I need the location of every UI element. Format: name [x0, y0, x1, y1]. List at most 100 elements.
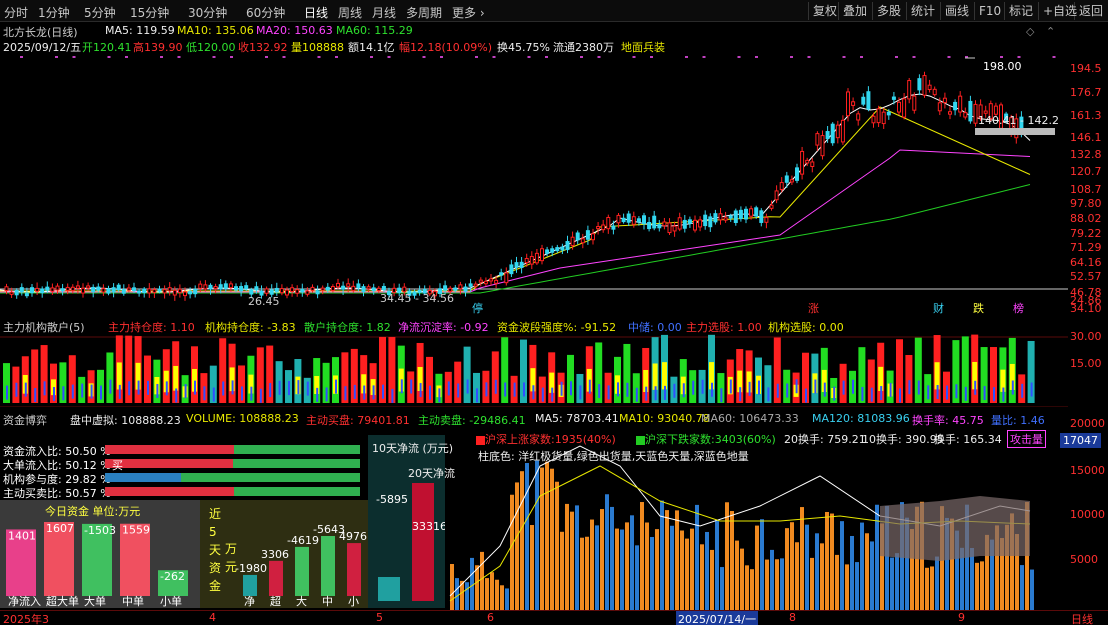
amount-label: 额14.1亿	[348, 41, 395, 54]
price-tick-3: 146.1	[1070, 131, 1102, 144]
toolbar-4[interactable]: 画线	[940, 2, 973, 20]
today-name-2: 大单	[84, 594, 106, 608]
today-val-1: 1607	[46, 522, 74, 535]
x-label-5: 8	[789, 611, 796, 624]
price-tick-8: 88.02	[1070, 212, 1102, 225]
marker-ting: 停	[472, 301, 483, 315]
today-name-3: 中单	[122, 595, 144, 608]
diamond-icon[interactable]: ◇	[1026, 25, 1034, 38]
today-name-0: 净流入	[8, 594, 41, 608]
five-val-1: 3306	[261, 548, 289, 561]
high-label: 高139.90	[133, 41, 183, 54]
price-tick-11: 64.16	[1070, 256, 1102, 269]
today-fund-chart: 1401 净流入 1607 超大单 -1503 大单 1559 中单 -262 小单	[6, 522, 188, 608]
marker-low: 26.45	[248, 295, 280, 308]
h20-label: 20换手: 759.21	[784, 433, 866, 446]
buy-label: 主动买盘: 79401.81	[306, 414, 410, 427]
legend-down-text: 沪深下跌家数:3403(60%)	[645, 433, 776, 446]
toolbar-3[interactable]: 统计	[906, 2, 939, 20]
today-name-4: 小单	[160, 595, 182, 608]
period-tab-8[interactable]: 月线	[372, 4, 396, 21]
period-tab-6[interactable]: 日线	[304, 4, 328, 21]
x-label-3: 6	[487, 611, 494, 624]
period-tab-1[interactable]: 1分钟	[38, 4, 70, 21]
toolbar-0[interactable]: 复权	[808, 2, 841, 20]
float-label: 流通2380万	[553, 41, 614, 54]
low-label: 低120.00	[186, 41, 236, 54]
virtual-label: 盘中虚拟: 108888.23	[70, 414, 181, 427]
today-name-1: 超大单	[46, 594, 79, 608]
fund-row-bar-3	[105, 487, 360, 496]
color-note: 柱底色: 洋红极货量,绿色出货量,天蓝色天量,深蓝色地量	[478, 450, 749, 463]
p3-ma60-label: MA60: 106473.33	[701, 412, 799, 425]
period-label[interactable]: 日线	[1071, 611, 1093, 625]
period-tab-10[interactable]: 更多 ›	[452, 4, 485, 21]
period-tab-7[interactable]: 周线	[338, 4, 362, 21]
price-tick-12: 52.57	[1070, 270, 1102, 283]
legend-up: 沪深上涨家数:1935(40%)	[476, 431, 616, 447]
ma20-label: MA20: 150.63	[256, 24, 333, 37]
legend-up-text: 沪深上涨家数:1935(40%)	[485, 433, 616, 446]
five-bar-1	[269, 560, 283, 596]
toolbar-7[interactable]: +自选	[1038, 2, 1081, 20]
period-tab-5[interactable]: 60分钟	[246, 4, 285, 21]
toolbar-5[interactable]: F10	[974, 2, 1005, 20]
period-tab-4[interactable]: 30分钟	[188, 4, 227, 21]
today-val-4: -262	[160, 570, 185, 583]
toolbar-6[interactable]: 标记	[1004, 2, 1037, 20]
toolbar-2[interactable]: 多股	[872, 2, 905, 20]
legend-up-swatch	[476, 435, 485, 445]
industry-tag[interactable]: 地面兵装	[621, 39, 665, 55]
today-val-3: 1559	[122, 524, 150, 537]
hs-label: 换手: 165.34	[934, 433, 1002, 446]
five-bar-3	[321, 536, 335, 596]
open-label: 开120.41	[82, 41, 132, 54]
period-tab-3[interactable]: 15分钟	[130, 4, 169, 21]
price-chart[interactable]: 198.00 140.41 - 142.2 26.45 34.45 - 34.56 停 涨…	[0, 22, 1068, 315]
collapse-icon[interactable]: ⌃	[1046, 25, 1055, 38]
p3-axis-5000: 5000	[1070, 553, 1098, 566]
close-label: 收132.92	[238, 41, 288, 54]
volume-value: VOLUME: 108888.23	[186, 412, 299, 425]
period-tab-2[interactable]: 5分钟	[84, 4, 116, 21]
five-name-3: 中	[322, 595, 333, 608]
fund-row-extra-1: 买	[112, 459, 123, 472]
marker-bang: 榜	[1013, 301, 1024, 315]
amplitude-label: 幅12.18(10.09%)	[399, 41, 493, 54]
five-bar-2	[295, 546, 309, 596]
five-name-1: 超	[270, 594, 281, 608]
p3-ma5-label: MA5: 78703.41	[535, 412, 619, 425]
ma60-label: MA60: 115.29	[336, 24, 413, 37]
price-tick-4: 132.8	[1070, 148, 1102, 161]
five-name-0: 净	[244, 594, 255, 608]
attack-volume-badge: 攻击量	[1007, 430, 1046, 448]
period-tab-0[interactable]: 分时	[4, 4, 28, 21]
legend-down-swatch	[636, 435, 645, 445]
p3-axis-15000: 15000	[1070, 464, 1105, 477]
x-label-2: 5	[376, 611, 383, 624]
fund-row-fill-0	[105, 445, 234, 454]
shcc-label: 散户持仓度: 1.82	[304, 321, 391, 334]
x-axis	[0, 610, 1108, 625]
fund-row-bar-0	[105, 445, 360, 454]
stock-title: 北方长龙(日线)	[3, 26, 78, 39]
fund-row-fill-3	[105, 487, 235, 496]
jgcc-label: 机构持仓度: -3.83	[205, 321, 296, 334]
five-name-4: 小	[348, 595, 359, 608]
price-tick-1: 176.7	[1070, 86, 1102, 99]
x-label-1: 4	[209, 611, 216, 624]
sell-label: 主动卖盘: -29486.41	[418, 414, 526, 427]
today-val-2: -1503	[84, 524, 116, 537]
price-tick-7: 97.80	[1070, 197, 1102, 210]
ten-day-chart: -5895 33316	[376, 483, 445, 601]
twenty-day-value: 33316	[412, 520, 445, 533]
marker-band: 140.41 - 142.2	[978, 114, 1059, 127]
panel2-axis-15: 15.00	[1070, 357, 1102, 370]
marker-range: 34.45 - 34.56	[380, 292, 454, 305]
zhongchu-label: 中储: 0.00	[628, 321, 682, 334]
period-tab-9[interactable]: 多周期	[406, 4, 442, 21]
hsl-label: 换手率: 45.75	[912, 414, 984, 427]
toolbar-1[interactable]: 叠加	[838, 2, 871, 20]
date-label: 2025/09/12/五	[3, 41, 82, 54]
today-val-0: 1401	[8, 529, 36, 542]
